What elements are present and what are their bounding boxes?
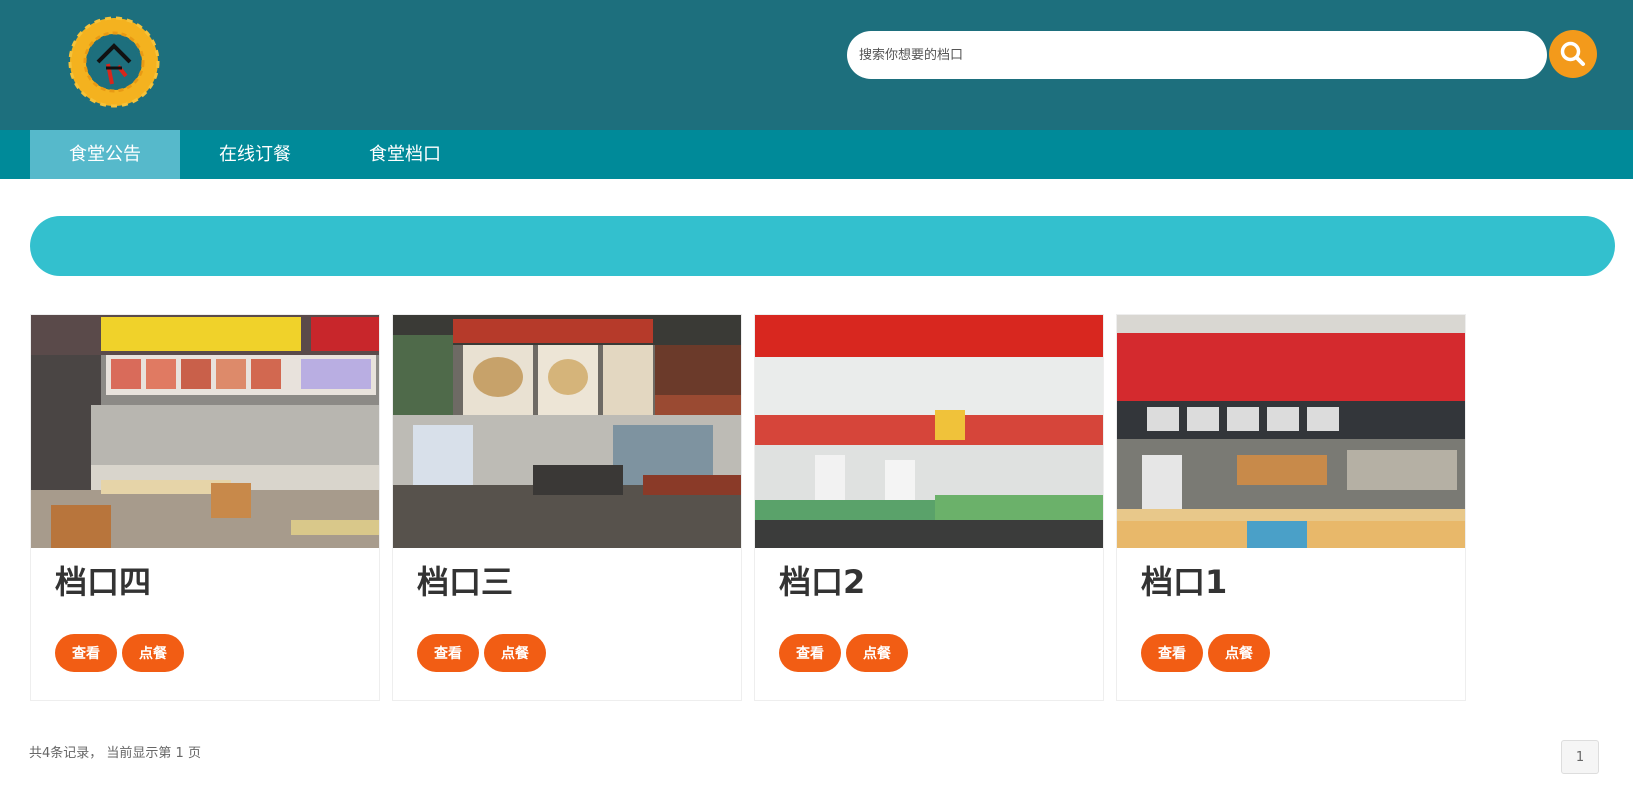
- stall-name: 档口1: [1141, 563, 1228, 601]
- stall-card: 档口四 查看 点餐: [30, 314, 380, 701]
- search-icon: [1560, 41, 1585, 66]
- header: [0, 0, 1633, 130]
- stall-photo: [393, 315, 741, 548]
- main-nav: 食堂公告 在线订餐 食堂档口: [0, 130, 1633, 179]
- search-box: [847, 31, 1547, 79]
- stall-photo: [31, 315, 379, 548]
- nav-item-online-order[interactable]: 在线订餐: [190, 130, 320, 179]
- stall-photo: [1117, 315, 1465, 548]
- stall-card: 档口2 查看 点餐: [754, 314, 1104, 701]
- rice-wheat-logo-icon[interactable]: [62, 12, 166, 112]
- order-button[interactable]: 点餐: [122, 634, 184, 672]
- search-input[interactable]: [847, 31, 1499, 79]
- stall-card: 档口1 查看 点餐: [1116, 314, 1466, 701]
- nav-item-stalls[interactable]: 食堂档口: [340, 130, 470, 179]
- announcement-banner: [30, 216, 1615, 276]
- view-button[interactable]: 查看: [1141, 634, 1203, 672]
- stall-name: 档口三: [417, 563, 514, 601]
- nav-item-announcements[interactable]: 食堂公告: [30, 130, 180, 179]
- order-button[interactable]: 点餐: [846, 634, 908, 672]
- view-button[interactable]: 查看: [779, 634, 841, 672]
- view-button[interactable]: 查看: [55, 634, 117, 672]
- order-button[interactable]: 点餐: [1208, 634, 1270, 672]
- stall-card: 档口三 查看 点餐: [392, 314, 742, 701]
- stall-name: 档口四: [55, 563, 152, 601]
- view-button[interactable]: 查看: [417, 634, 479, 672]
- record-info: 共4条记录， 当前显示第 1 页: [29, 746, 201, 761]
- stall-name: 档口2: [779, 563, 866, 601]
- order-button[interactable]: 点餐: [484, 634, 546, 672]
- stall-photo: [755, 315, 1103, 548]
- pagination-page-button[interactable]: 1: [1561, 740, 1599, 774]
- search-button[interactable]: [1549, 30, 1597, 78]
